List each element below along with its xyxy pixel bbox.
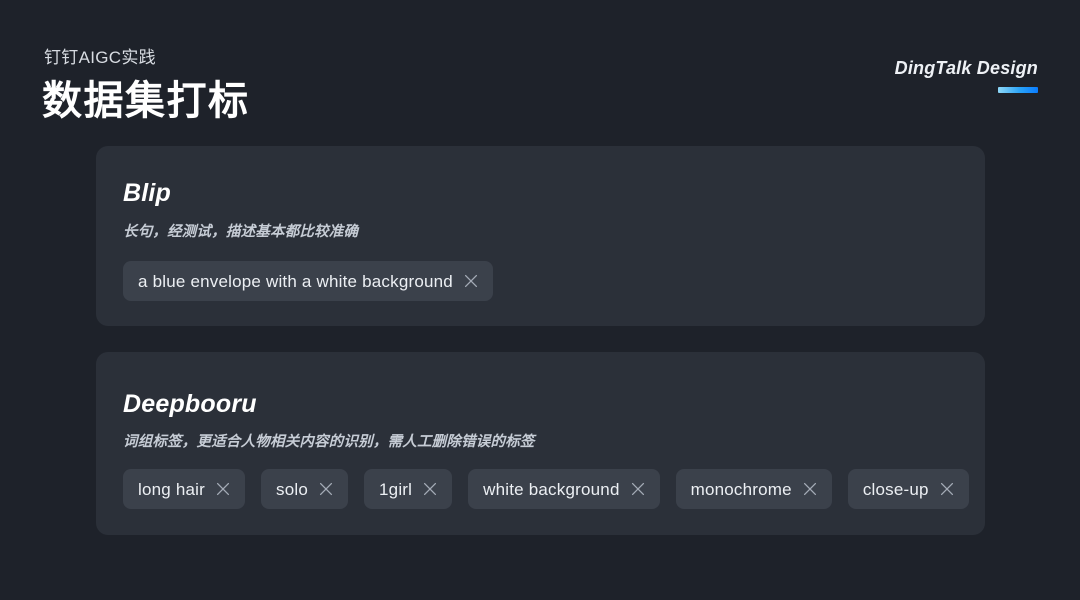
card-subtitle: 词组标签，更适合人物相关内容的识别，需人工删除错误的标签 bbox=[123, 434, 535, 450]
tag-chip[interactable]: solo bbox=[261, 469, 349, 509]
tag-label: a blue envelope with a white background bbox=[138, 271, 453, 291]
tag-chip[interactable]: a blue envelope with a white background bbox=[123, 261, 493, 301]
brand-block: DingTalk Design bbox=[895, 58, 1038, 93]
brand-name: DingTalk Design bbox=[894, 58, 1038, 78]
card-subtitle: 长句，经测试，描述基本都比较准确 bbox=[123, 224, 359, 240]
tag-chip[interactable]: close-up bbox=[847, 469, 969, 509]
tag-label: long hair bbox=[138, 479, 206, 499]
card-title: Blip bbox=[123, 179, 172, 207]
close-icon[interactable] bbox=[216, 482, 230, 496]
brand-accent-bar bbox=[998, 87, 1038, 93]
card-blip: Blip 长句，经测试，描述基本都比较准确 a blue envelope wi… bbox=[96, 146, 985, 326]
tag-chip[interactable]: monochrome bbox=[675, 469, 832, 509]
close-icon[interactable] bbox=[631, 482, 645, 496]
close-icon[interactable] bbox=[940, 482, 954, 496]
eyebrow-text: 钉钉AIGC实践 bbox=[44, 48, 156, 67]
page-header: 钉钉AIGC实践 数据集打标 DingTalk Design bbox=[0, 0, 1080, 145]
tag-list: a blue envelope with a white background bbox=[123, 261, 965, 301]
tag-label: 1girl bbox=[379, 479, 413, 499]
tag-label: close-up bbox=[862, 479, 929, 499]
close-icon[interactable] bbox=[319, 482, 333, 496]
close-icon[interactable] bbox=[464, 274, 478, 288]
tag-list: long hair solo 1girl white background monoch… bbox=[123, 469, 969, 509]
tag-label: monochrome bbox=[690, 479, 792, 499]
close-icon[interactable] bbox=[423, 482, 437, 496]
tag-chip[interactable]: 1girl bbox=[364, 469, 453, 509]
tag-label: white background bbox=[483, 479, 620, 499]
close-icon[interactable] bbox=[803, 482, 817, 496]
card-title: Deepbooru bbox=[123, 390, 257, 418]
tag-label: solo bbox=[276, 479, 309, 499]
tag-chip[interactable]: white background bbox=[468, 469, 660, 509]
card-deepbooru: Deepbooru 词组标签，更适合人物相关内容的识别，需人工删除错误的标签 l… bbox=[96, 352, 985, 535]
page-title: 数据集打标 bbox=[42, 79, 250, 123]
tag-chip[interactable]: long hair bbox=[123, 469, 246, 509]
